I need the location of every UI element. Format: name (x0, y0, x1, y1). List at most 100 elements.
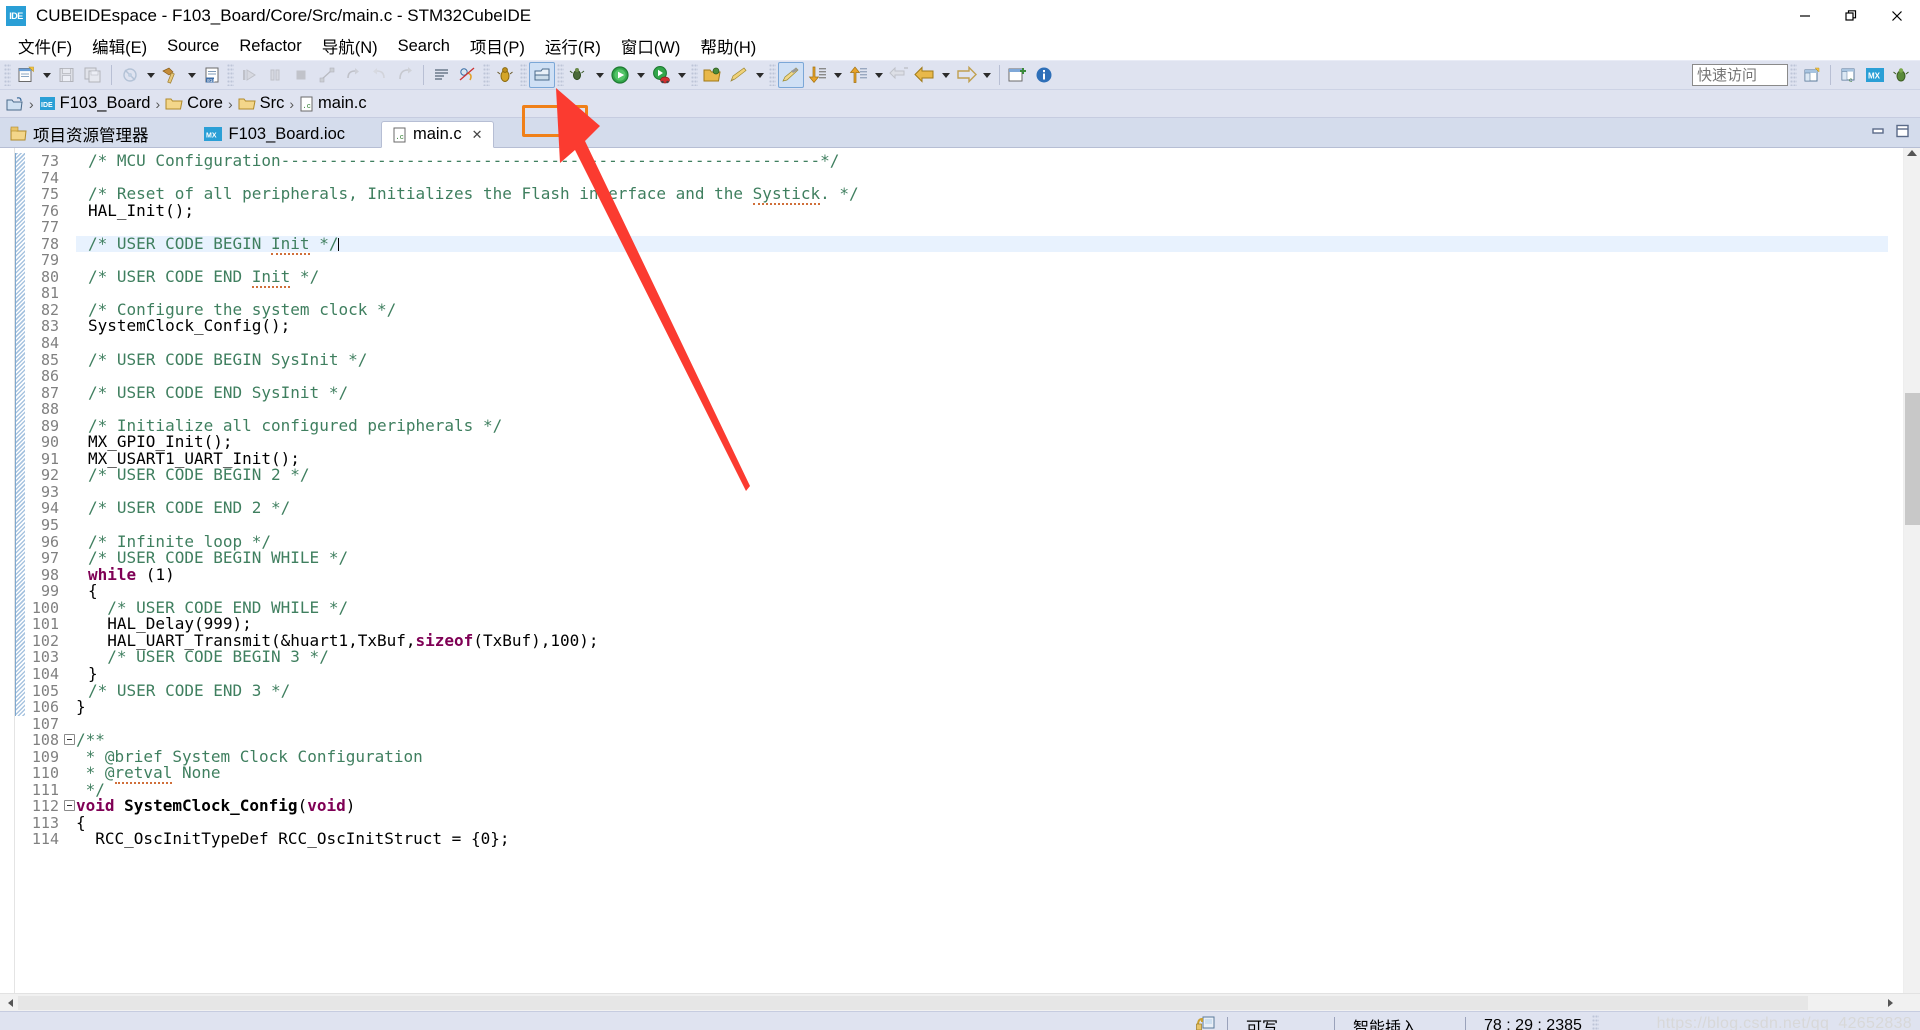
tab-main-c[interactable]: .c main.c ✕ (381, 121, 494, 148)
toolbar-grip[interactable] (520, 64, 527, 86)
terminate-icon[interactable] (288, 62, 314, 88)
code-line[interactable]: /* USER CODE END 2 */ (76, 500, 1888, 517)
horizontal-scrollbar-thumb[interactable] (18, 996, 1808, 1010)
build-hammer-dropdown-icon[interactable] (184, 62, 199, 88)
run-dropdown-icon[interactable] (633, 62, 648, 88)
code-line[interactable]: /* Initialize all configured peripherals… (76, 417, 1888, 435)
menu-run[interactable]: 运行(R) (535, 31, 611, 61)
save-all-icon[interactable] (80, 62, 106, 88)
debug-config-dropdown-icon[interactable] (592, 62, 607, 88)
status-grip[interactable] (1591, 1014, 1599, 1030)
close-button[interactable] (1874, 0, 1920, 32)
fold-toggle-icon[interactable] (64, 734, 75, 746)
info-icon[interactable] (1031, 62, 1057, 88)
toolbar-grip[interactable] (769, 64, 776, 86)
code-line[interactable] (76, 484, 1888, 501)
menu-source[interactable]: Source (157, 34, 229, 59)
step-over-icon[interactable] (366, 62, 392, 88)
code-line[interactable]: * @retval None (76, 763, 1888, 785)
maximize-button[interactable] (1828, 0, 1874, 32)
back-dropdown-icon[interactable] (938, 62, 953, 88)
toolbar-grip[interactable] (1790, 64, 1797, 86)
skip-breakpoints-icon[interactable] (455, 62, 481, 88)
code-line[interactable] (76, 517, 1888, 534)
tab-close-icon[interactable]: ✕ (472, 127, 483, 143)
new-window-icon[interactable] (1005, 62, 1031, 88)
code-line[interactable]: /* USER CODE BEGIN 3 */ (76, 649, 1888, 666)
code-line[interactable] (76, 252, 1888, 269)
code-line[interactable]: /* MCU Configuration--------------------… (76, 152, 1888, 170)
breadcrumb-item-core[interactable]: Core (165, 94, 223, 113)
code-line[interactable] (76, 219, 1888, 236)
code-line[interactable]: MX_USART1_UART_Init(); (76, 450, 1888, 468)
next-annotation-icon[interactable] (804, 62, 830, 88)
menu-refactor[interactable]: Refactor (229, 34, 311, 59)
new-file-dropdown-icon[interactable] (39, 62, 54, 88)
fold-toggle-icon[interactable] (64, 800, 75, 812)
open-perspective-icon[interactable] (529, 62, 555, 88)
breadcrumb-item-file[interactable]: .c main.c (299, 94, 367, 113)
toolbar-grip[interactable] (227, 64, 234, 86)
toolbar-grip[interactable] (557, 64, 564, 86)
previous-annotation-icon[interactable] (845, 62, 871, 88)
tab-ioc[interactable]: MX F103_Board.ioc (193, 121, 356, 147)
code-line[interactable]: SystemClock_Config(); (76, 318, 1888, 335)
next-annotation-dropdown-icon[interactable] (830, 62, 845, 88)
code-line[interactable]: } (76, 698, 1888, 716)
code-line[interactable]: RCC_OscInitTypeDef RCC_OscInitStruct = {… (76, 831, 1888, 848)
save-icon[interactable] (54, 62, 80, 88)
suspend-icon[interactable] (262, 62, 288, 88)
marker-icon[interactable] (778, 62, 804, 88)
pencil-dropdown-icon[interactable] (752, 62, 767, 88)
resume-icon[interactable] (236, 62, 262, 88)
quick-access-input[interactable] (1692, 64, 1788, 86)
code-line[interactable]: /* USER CODE BEGIN Init */ (76, 233, 1888, 255)
forward-icon[interactable] (953, 62, 979, 88)
forward-dropdown-icon[interactable] (979, 62, 994, 88)
code-editor[interactable]: 73 74 75 76 77 78 79 80 81 82 83 84 85 86 87 88 89 90 91 92… (0, 148, 1920, 993)
show-console-icon[interactable] (429, 62, 455, 88)
new-file-icon[interactable] (13, 62, 39, 88)
debug-perspective-icon[interactable] (1888, 62, 1914, 88)
mx-perspective-icon[interactable]: MX (1862, 62, 1888, 88)
run-icon[interactable] (607, 62, 633, 88)
last-edit-location-icon[interactable] (886, 62, 912, 88)
menu-navigate[interactable]: 导航(N) (312, 31, 388, 61)
pencil-icon[interactable] (726, 62, 752, 88)
menu-search[interactable]: Search (388, 34, 460, 59)
step-return-icon[interactable] (392, 62, 418, 88)
build-hammer-icon[interactable] (158, 62, 184, 88)
code-line[interactable] (76, 716, 1888, 733)
scroll-up-icon[interactable] (1907, 150, 1917, 156)
annotation-ruler[interactable] (0, 148, 15, 993)
code-line[interactable]: void SystemClock_Config(void) (76, 798, 1888, 815)
run-external-dropdown-icon[interactable] (674, 62, 689, 88)
tab-project-explorer[interactable]: 项目资源管理器 (0, 121, 159, 147)
menu-file[interactable]: 文件(F) (8, 31, 82, 61)
code-line[interactable]: HAL_Init(); (76, 202, 1888, 220)
code-line[interactable]: /* USER CODE BEGIN 2 */ (76, 467, 1888, 484)
maximize-view-icon[interactable] (1895, 123, 1910, 143)
code-line[interactable]: * @brief System Clock Configuration (76, 748, 1888, 766)
toolbar-grip[interactable] (4, 64, 11, 86)
code-line[interactable]: /* USER CODE END SysInit */ (76, 384, 1888, 402)
run-external-tools-icon[interactable] (648, 62, 674, 88)
code-text-area[interactable]: /* MCU Configuration--------------------… (76, 148, 1888, 993)
code-line[interactable]: /* Reset of all peripherals, Initializes… (76, 184, 1888, 206)
folding-margin[interactable] (63, 148, 76, 993)
previous-annotation-dropdown-icon[interactable] (871, 62, 886, 88)
minimize-button[interactable] (1782, 0, 1828, 32)
back-icon[interactable] (912, 62, 938, 88)
menu-edit[interactable]: 编辑(E) (82, 31, 157, 61)
menu-project[interactable]: 项目(P) (460, 31, 535, 61)
open-element-icon[interactable] (700, 62, 726, 88)
open-perspective-small-icon[interactable] (1799, 62, 1825, 88)
horizontal-scrollbar[interactable] (0, 993, 1920, 1011)
code-line[interactable]: /* USER CODE BEGIN SysInit */ (76, 351, 1888, 369)
menu-help[interactable]: 帮助(H) (690, 31, 766, 61)
build-disabled-icon[interactable] (117, 62, 143, 88)
debug-config-icon[interactable] (566, 62, 592, 88)
code-line[interactable]: /* USER CODE END 3 */ (76, 682, 1888, 700)
build-dropdown-icon[interactable] (143, 62, 158, 88)
code-line[interactable]: } (76, 665, 1888, 683)
